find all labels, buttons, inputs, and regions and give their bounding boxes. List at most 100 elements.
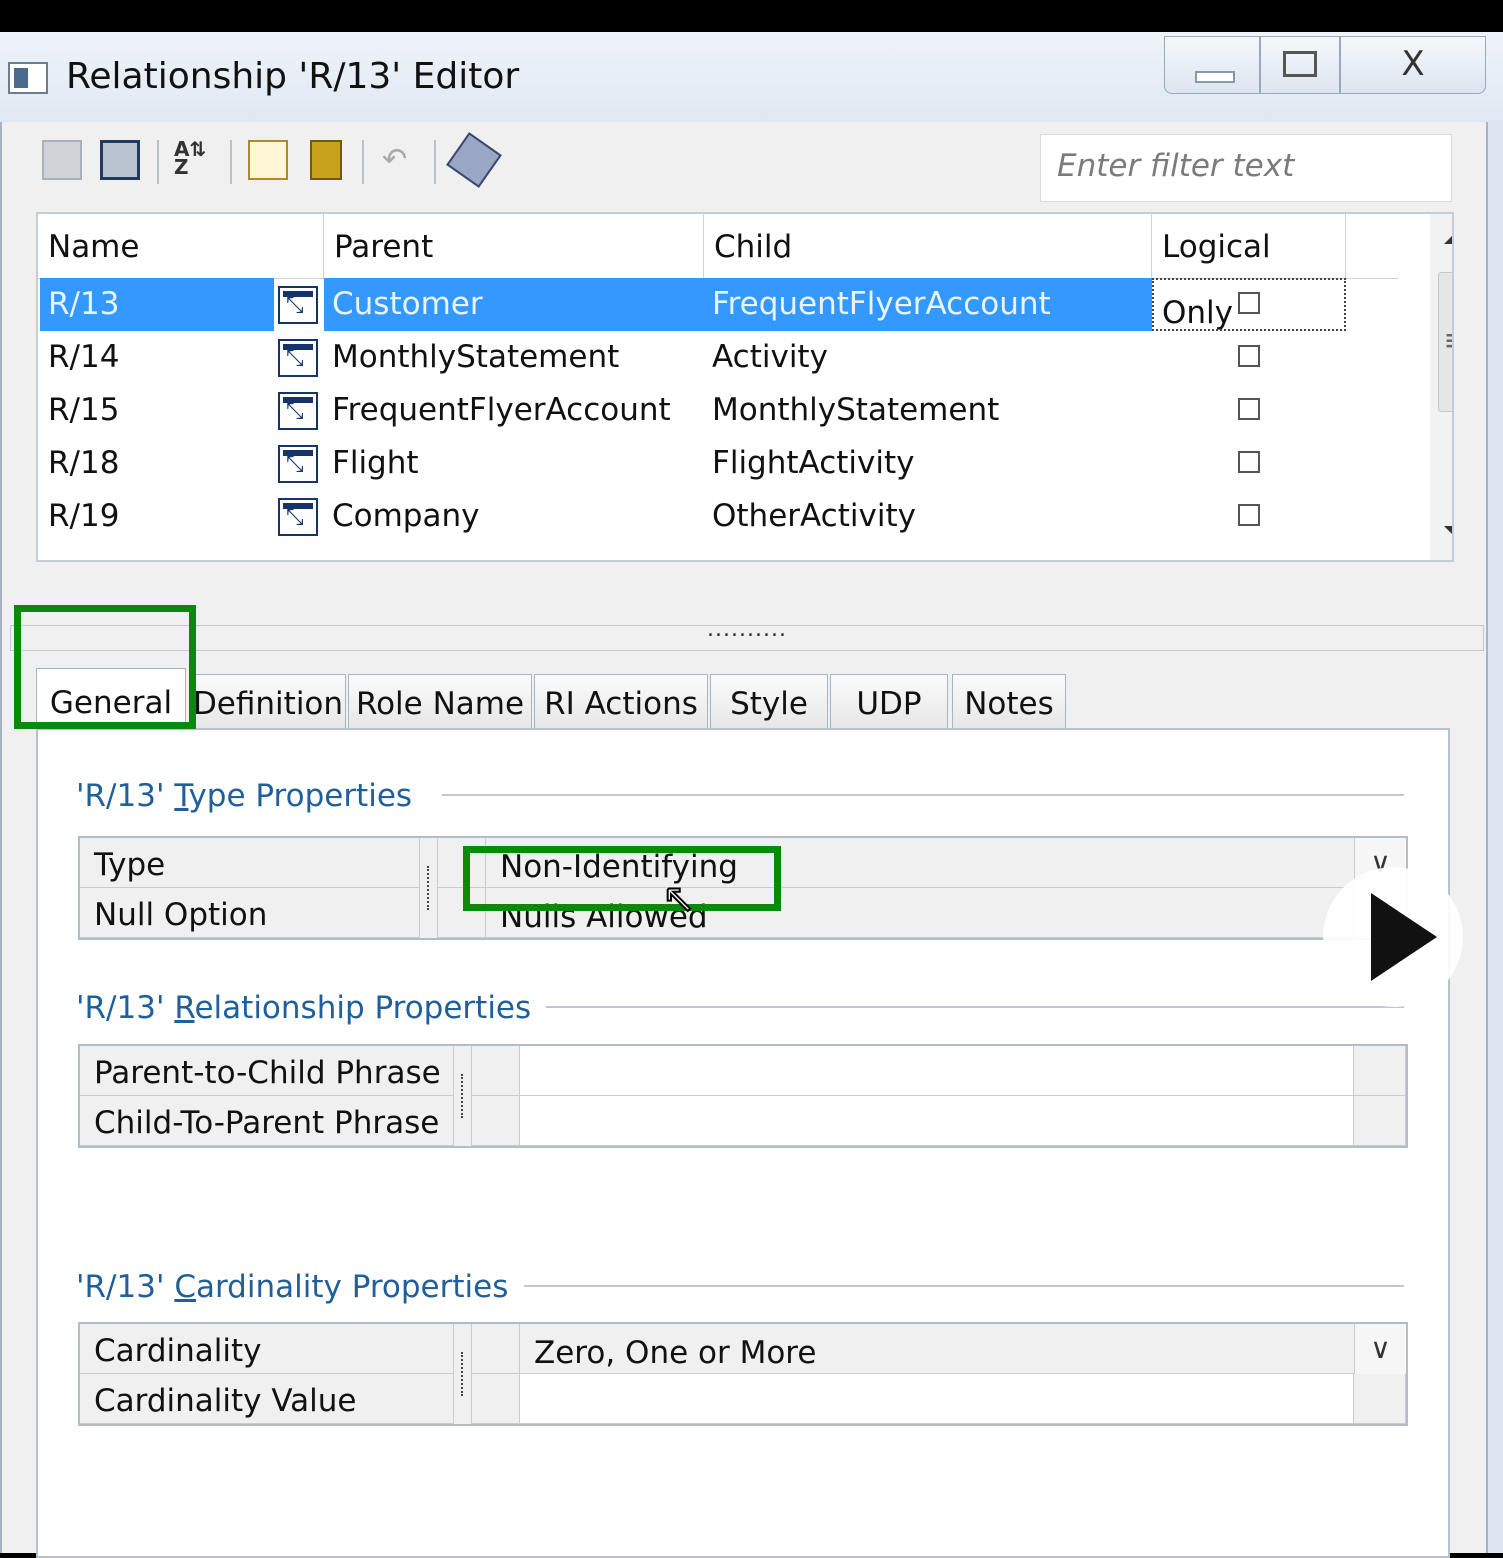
- row-child-cell: MonthlyStatement: [712, 392, 1000, 428]
- toolbar-separator: [157, 140, 159, 184]
- logical-only-checkbox[interactable]: [1238, 398, 1260, 420]
- row-parent-cell: FrequentFlyerAccount: [332, 392, 671, 428]
- entity-icon: [278, 445, 318, 483]
- scroll-up-icon[interactable]: [1444, 234, 1452, 244]
- logical-only-checkbox[interactable]: [1238, 504, 1260, 526]
- column-header-name[interactable]: Name: [38, 214, 324, 278]
- entity-icon: [278, 286, 318, 324]
- nav-next-icon[interactable]: [100, 140, 140, 180]
- column-header-parent[interactable]: Parent: [324, 214, 704, 278]
- title-bar[interactable]: Relationship 'R/13' Editor X: [0, 32, 1503, 122]
- window-title: Relationship 'R/13' Editor: [66, 56, 520, 97]
- row-parent-cell: MonthlyStatement: [332, 339, 620, 375]
- property-label: Cardinality: [80, 1324, 454, 1374]
- section-divider: [524, 1285, 1404, 1287]
- editor-window: Relationship 'R/13' Editor X A⇅ Z ↶ Enter…: [0, 32, 1503, 1558]
- column-grip[interactable]: [454, 1324, 472, 1424]
- row-child-cell: FrequentFlyerAccount: [704, 278, 1152, 331]
- property-label: Cardinality Value: [80, 1374, 454, 1424]
- tab-notes[interactable]: Notes: [952, 674, 1066, 730]
- grid-header: Name Parent Child Logical Only: [38, 214, 1398, 331]
- parent-to-child-phrase-value[interactable]: [520, 1046, 1354, 1096]
- row-parent-cell: Company: [332, 498, 480, 534]
- property-label: Type: [80, 838, 420, 888]
- table-row[interactable]: R/18 Flight FlightActivity: [38, 437, 1398, 490]
- property-spacer: [1354, 1096, 1406, 1146]
- row-parent-cell: Flight: [332, 445, 419, 481]
- row-child-cell: OtherActivity: [712, 498, 916, 534]
- logical-only-checkbox[interactable]: [1238, 345, 1260, 367]
- window-icon: [8, 62, 48, 94]
- highlight-box-null-option: [463, 846, 781, 911]
- scroll-thumb[interactable]: ≡: [1438, 272, 1452, 412]
- toolbar-separator: [230, 140, 232, 184]
- property-label: Child-To-Parent Phrase: [80, 1096, 454, 1146]
- column-header-logical-only[interactable]: Logical Only: [1152, 214, 1346, 331]
- grid-scrollbar[interactable]: ≡: [1430, 214, 1452, 560]
- new-icon[interactable]: [248, 140, 288, 180]
- tab-udp[interactable]: UDP: [830, 674, 948, 730]
- property-spacer: [468, 1096, 520, 1146]
- row-child-cell: FlightActivity: [712, 445, 915, 481]
- delete-icon[interactable]: [310, 140, 342, 180]
- table-row[interactable]: R/14 MonthlyStatement Activity: [38, 331, 1398, 384]
- property-spacer: [468, 1046, 520, 1096]
- tab-ri-actions[interactable]: RI Actions: [534, 674, 708, 730]
- minimize-button[interactable]: [1164, 36, 1260, 94]
- cardinality-dropdown-icon[interactable]: ∨: [1354, 1324, 1406, 1374]
- undo-icon[interactable]: ↶: [382, 140, 422, 180]
- property-row[interactable]: Parent-to-Child Phrase: [80, 1046, 1406, 1096]
- property-row[interactable]: Cardinality Value: [80, 1374, 1406, 1424]
- property-row[interactable]: Cardinality Zero, One or More ∨: [80, 1324, 1406, 1374]
- filter-input[interactable]: Enter filter text: [1040, 134, 1452, 202]
- row-name-cell: R/18: [48, 445, 120, 481]
- relationship-properties-table: Parent-to-Child Phrase Child-To-Parent P…: [78, 1044, 1408, 1148]
- row-name-cell: R/15: [48, 392, 120, 428]
- properties-icon[interactable]: [446, 132, 502, 188]
- cardinality-properties-title: 'R/13' Cardinality Properties: [76, 1269, 509, 1305]
- toolbar-separator: [434, 140, 436, 184]
- cardinality-value-input[interactable]: [520, 1374, 1354, 1424]
- property-spacer: [468, 1324, 520, 1374]
- close-button[interactable]: X: [1340, 36, 1486, 94]
- row-parent-cell: Customer: [324, 278, 704, 331]
- editor-client: A⇅ Z ↶ Enter filter text Name Parent Chil…: [0, 122, 1488, 1558]
- tab-definition[interactable]: Definition: [190, 674, 346, 730]
- column-grip[interactable]: [454, 1046, 472, 1146]
- scroll-down-icon[interactable]: [1444, 526, 1452, 536]
- property-spacer: [468, 1374, 520, 1424]
- row-name-cell: R/13: [40, 278, 274, 331]
- tab-style[interactable]: Style: [710, 674, 828, 730]
- section-divider: [442, 794, 1404, 796]
- relationship-grid: Name Parent Child Logical Only R/13 Cust…: [36, 212, 1454, 562]
- row-name-cell: R/14: [48, 339, 120, 375]
- property-row[interactable]: Child-To-Parent Phrase: [80, 1096, 1406, 1146]
- nav-prev-icon[interactable]: [42, 140, 82, 180]
- child-to-parent-phrase-value[interactable]: [520, 1096, 1354, 1146]
- cardinality-value[interactable]: Zero, One or More: [520, 1324, 1354, 1374]
- tab-role-name[interactable]: Role Name: [348, 674, 532, 730]
- window-controls: X: [1164, 36, 1486, 94]
- entity-icon: [278, 392, 318, 430]
- property-spacer: [1354, 1374, 1406, 1424]
- toolbar-separator: [362, 140, 364, 184]
- row-logical-only-cell: [1152, 278, 1346, 331]
- sort-az-icon[interactable]: A⇅ Z: [174, 139, 214, 180]
- section-divider: [546, 1006, 1404, 1008]
- cardinality-properties-table: Cardinality Zero, One or More ∨ Cardinal…: [78, 1322, 1408, 1426]
- pane-splitter[interactable]: ..........: [10, 619, 1484, 651]
- type-properties-title: 'R/13' Type Properties: [76, 778, 413, 814]
- column-header-child[interactable]: Child: [704, 214, 1152, 278]
- table-row[interactable]: R/13 Customer FrequentFlyerAccount: [38, 278, 1398, 331]
- logical-only-checkbox[interactable]: [1238, 292, 1260, 314]
- play-icon[interactable]: [1323, 867, 1463, 1007]
- table-row[interactable]: R/19 Company OtherActivity: [38, 490, 1398, 543]
- table-row[interactable]: R/15 FrequentFlyerAccount MonthlyStateme…: [38, 384, 1398, 437]
- entity-icon: [278, 339, 318, 377]
- relationship-properties-title: 'R/13' Relationship Properties: [76, 990, 532, 1026]
- property-spacer: [1354, 1046, 1406, 1096]
- logical-only-checkbox[interactable]: [1238, 451, 1260, 473]
- maximize-button[interactable]: [1260, 36, 1340, 94]
- column-grip[interactable]: [420, 838, 438, 938]
- property-label: Parent-to-Child Phrase: [80, 1046, 454, 1096]
